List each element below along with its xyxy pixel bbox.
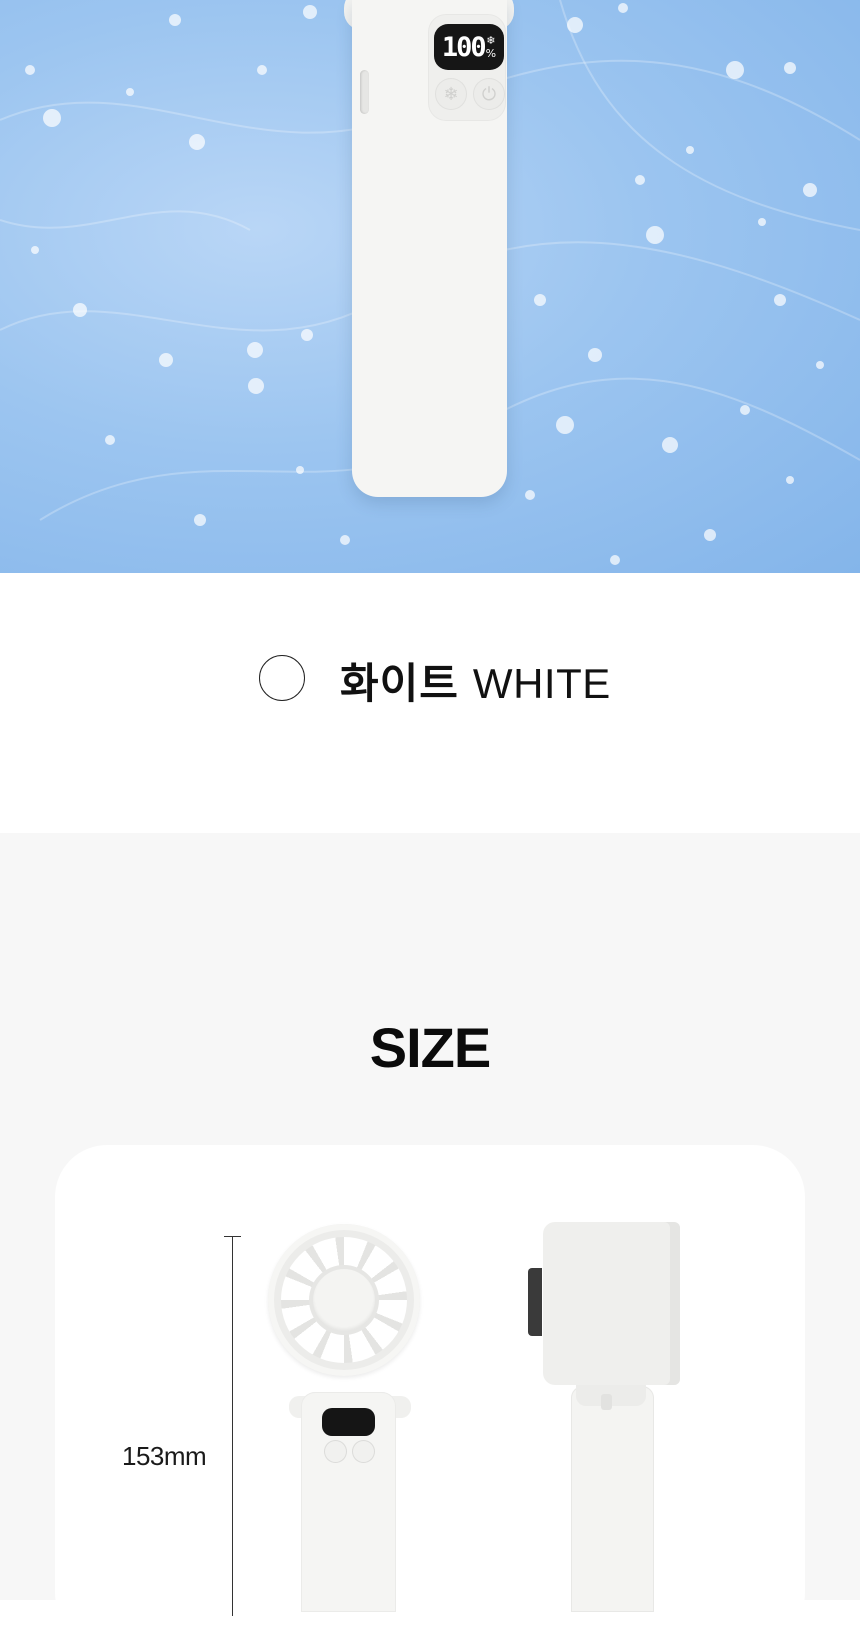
color-swatch-white <box>259 655 305 701</box>
height-dimension-label: 153mm <box>122 1441 207 1471</box>
front-button-left <box>324 1440 347 1463</box>
front-button-right <box>352 1440 375 1463</box>
percent-unit: % <box>485 47 497 60</box>
side-handle <box>571 1386 654 1612</box>
front-display <box>322 1408 375 1436</box>
size-title: SIZE <box>369 1016 491 1079</box>
cooling-button-icon: ❄ <box>435 78 467 110</box>
side-display-cap <box>528 1268 542 1336</box>
snowflake-icon: ❄ <box>486 34 496 47</box>
side-latch <box>601 1394 612 1410</box>
fan-hub <box>313 1269 375 1331</box>
battery-display: 100 ❄ % <box>434 24 504 70</box>
battery-value: 100 <box>441 31 487 63</box>
color-option-label: 화이트 WHITE <box>340 650 611 711</box>
color-name-en: WHITE <box>472 660 611 707</box>
power-button-icon: ⏻ <box>473 78 505 110</box>
fan-side-slot <box>360 70 369 114</box>
side-fan-head <box>543 1222 680 1385</box>
hero-product-image: 100 ❄ % ❄ ⏻ <box>0 0 860 573</box>
color-name-ko: 화이트 <box>340 660 459 707</box>
dimension-line <box>232 1236 233 1616</box>
size-card <box>55 1145 805 1645</box>
